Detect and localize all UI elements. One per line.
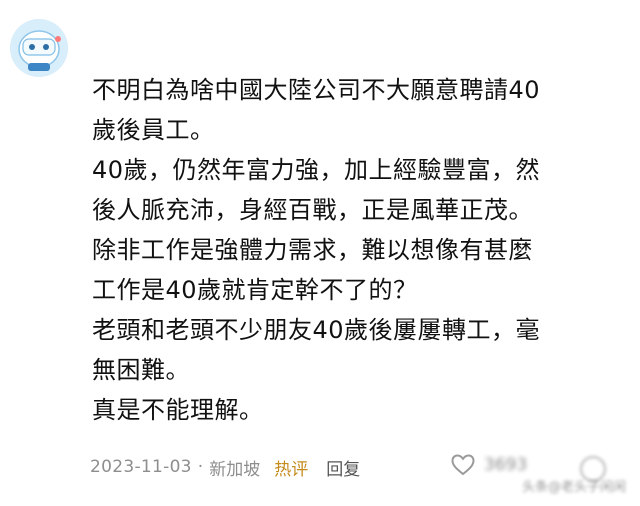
post-line: 老頭和老頭不少朋友40歲後屢屢轉工，毫 [92, 316, 541, 344]
post-body: 不明白為啥中國大陸公司不大願意聘請40 歲後員工。 40歲，仍然年富力強，加上經… [92, 70, 622, 430]
hot-comment-badge: 热评 [274, 459, 309, 480]
post-location: 新加坡 [209, 459, 261, 480]
like-count: 3693 [484, 455, 528, 475]
avatar[interactable] [10, 19, 68, 77]
post-line: 40歲，仍然年富力強，加上經驗豐富，然 [92, 156, 541, 184]
post-date: 2023-11-03 [90, 457, 192, 477]
post-line: 除非工作是強體力需求，難以想像有甚麼 [92, 236, 533, 264]
post-meta: 2023-11-03 · 新加坡 热评 回复 [90, 452, 360, 482]
post-line: 後人脈充沛，身經百戰，正是風華正茂。 [92, 196, 533, 224]
heart-outline-icon [451, 454, 475, 476]
post-line: 不明白為啥中國大陸公司不大願意聘請40 [92, 76, 541, 104]
post-line: 無困難。 [92, 356, 190, 384]
robot-avatar-icon [10, 19, 68, 77]
meta-separator: · [197, 457, 204, 477]
post-line: 歲後員工。 [92, 116, 215, 144]
post-line: 工作是40歲就肯定幹不了的？ [92, 276, 418, 304]
post-line: 真是不能理解。 [92, 396, 264, 424]
watermark: 头条@老头子闲闲 [522, 480, 627, 495]
reply-button[interactable]: 回复 [326, 455, 360, 480]
like-button[interactable]: 3693 [450, 453, 527, 477]
